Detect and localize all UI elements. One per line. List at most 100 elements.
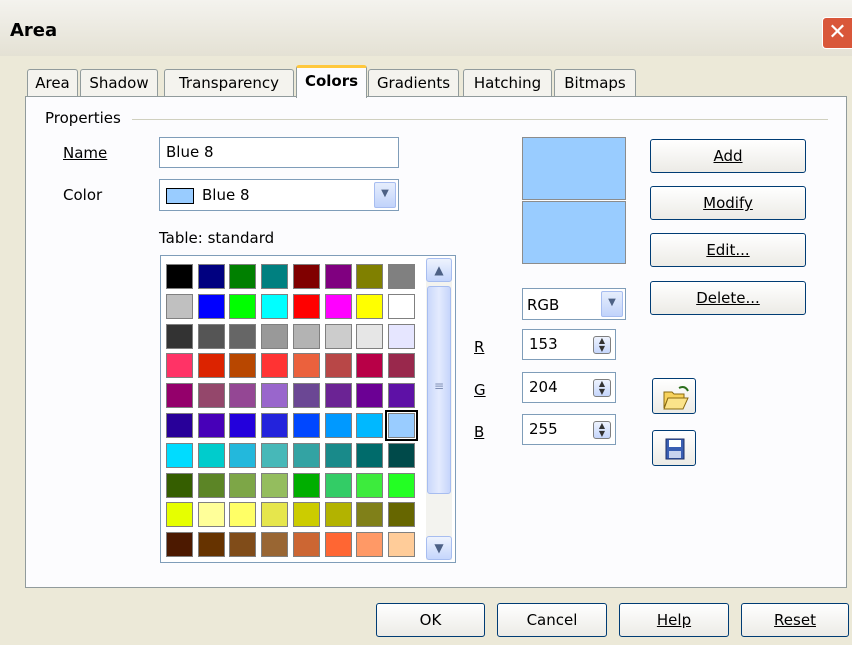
modify-button[interactable]: Modify <box>650 186 806 220</box>
color-swatch-cell[interactable] <box>356 413 384 438</box>
save-color-list-button[interactable] <box>652 430 696 466</box>
color-swatch-cell[interactable] <box>356 502 384 528</box>
load-color-list-button[interactable] <box>652 378 696 414</box>
tab-transparency[interactable]: Transparency <box>164 69 294 97</box>
color-swatch-cell[interactable] <box>292 413 320 438</box>
color-swatch-cell[interactable] <box>229 502 257 528</box>
color-swatch-cell[interactable] <box>324 442 352 468</box>
chevron-down-icon[interactable]: ▼ <box>601 291 623 317</box>
color-swatch-cell[interactable] <box>261 353 289 379</box>
color-swatch-cell[interactable] <box>261 472 289 498</box>
color-swatch-cell[interactable] <box>292 383 320 409</box>
color-swatch-cell[interactable] <box>387 353 415 379</box>
color-swatch-cell[interactable] <box>387 442 415 468</box>
color-swatch-cell[interactable] <box>356 532 384 558</box>
color-swatch-cell[interactable] <box>229 264 257 289</box>
color-model-select[interactable]: RGB ▼ <box>522 288 626 320</box>
color-swatch-cell[interactable] <box>166 532 193 558</box>
color-swatch-cell[interactable] <box>166 293 193 319</box>
color-swatch-cell[interactable] <box>166 413 193 438</box>
color-swatch-cell[interactable] <box>197 293 225 319</box>
color-swatch-cell[interactable] <box>356 383 384 409</box>
color-swatch-cell[interactable] <box>356 442 384 468</box>
color-swatch-cell[interactable] <box>197 323 225 349</box>
color-swatch-cell[interactable] <box>166 383 193 409</box>
tab-hatching[interactable]: Hatching <box>463 69 552 97</box>
r-spinbox[interactable]: 153 ▲ ▼ <box>522 329 616 360</box>
color-swatch-cell[interactable] <box>324 502 352 528</box>
close-button[interactable]: ✕ <box>822 17 852 49</box>
color-swatch-cell[interactable] <box>292 264 320 289</box>
color-swatch-cell[interactable] <box>292 442 320 468</box>
color-swatch-cell[interactable] <box>197 532 225 558</box>
color-swatch-cell[interactable] <box>166 323 193 349</box>
help-button[interactable]: Help <box>619 603 729 637</box>
color-swatch-cell[interactable] <box>197 413 225 438</box>
color-swatch-cell[interactable] <box>387 293 415 319</box>
color-swatch-cell[interactable] <box>324 532 352 558</box>
color-swatch-cell[interactable] <box>261 323 289 349</box>
reset-button[interactable]: Reset <box>741 603 849 637</box>
scroll-down-icon[interactable]: ▼ <box>426 536 452 560</box>
color-swatch-cell[interactable] <box>229 472 257 498</box>
color-swatch-cell[interactable] <box>384 410 418 441</box>
spin-arrows-icon[interactable]: ▲ ▼ <box>593 336 611 354</box>
color-swatch-cell[interactable] <box>292 293 320 319</box>
color-swatch-cell[interactable] <box>166 442 193 468</box>
color-swatch-cell[interactable] <box>261 383 289 409</box>
color-swatch-cell[interactable] <box>324 472 352 498</box>
color-swatch-cell[interactable] <box>387 383 415 409</box>
palette-scrollbar[interactable]: ▲ ≡ ▼ <box>426 258 452 560</box>
tab-gradients[interactable]: Gradients <box>368 69 459 97</box>
tab-shadow[interactable]: Shadow <box>80 69 158 97</box>
edit-button[interactable]: Edit... <box>650 233 806 267</box>
color-swatch-cell[interactable] <box>292 502 320 528</box>
color-swatch-cell[interactable] <box>229 383 257 409</box>
ok-button[interactable]: OK <box>376 603 485 637</box>
color-swatch-cell[interactable] <box>387 502 415 528</box>
color-swatch-cell[interactable] <box>261 293 289 319</box>
color-swatch-cell[interactable] <box>166 264 193 289</box>
b-spinbox[interactable]: 255 ▲ ▼ <box>522 414 616 445</box>
color-swatch-cell[interactable] <box>356 472 384 498</box>
spin-arrows-icon[interactable]: ▲ ▼ <box>593 421 611 439</box>
color-swatch-cell[interactable] <box>261 502 289 528</box>
color-swatch-cell[interactable] <box>261 532 289 558</box>
delete-button[interactable]: Delete... <box>650 281 806 315</box>
color-swatch-cell[interactable] <box>292 323 320 349</box>
color-swatch-cell[interactable] <box>324 264 352 289</box>
name-input[interactable]: Blue 8 <box>159 137 399 168</box>
tab-bitmaps[interactable]: Bitmaps <box>554 69 636 97</box>
tab-area[interactable]: Area <box>27 69 78 97</box>
color-swatch-cell[interactable] <box>229 413 257 438</box>
color-swatch-cell[interactable] <box>229 532 257 558</box>
color-swatch-cell[interactable] <box>387 472 415 498</box>
scrollbar-thumb[interactable]: ≡ <box>427 286 451 494</box>
color-swatch-cell[interactable] <box>324 293 352 319</box>
color-swatch-cell[interactable] <box>166 502 193 528</box>
color-swatch-cell[interactable] <box>292 472 320 498</box>
color-swatch-cell[interactable] <box>324 383 352 409</box>
color-swatch-cell[interactable] <box>356 353 384 379</box>
chevron-down-icon[interactable]: ▼ <box>374 182 396 208</box>
tab-colors[interactable]: Colors <box>296 65 367 98</box>
color-swatch-cell[interactable] <box>324 413 352 438</box>
color-swatch-cell[interactable] <box>197 264 225 289</box>
color-swatch-cell[interactable] <box>197 442 225 468</box>
color-swatch-cell[interactable] <box>261 413 289 438</box>
color-swatch-cell[interactable] <box>261 264 289 289</box>
color-palette-grid[interactable] <box>160 255 456 563</box>
spin-arrows-icon[interactable]: ▲ ▼ <box>593 379 611 397</box>
color-swatch-cell[interactable] <box>387 264 415 289</box>
color-swatch-cell[interactable] <box>229 353 257 379</box>
color-swatch-cell[interactable] <box>229 442 257 468</box>
scroll-up-icon[interactable]: ▲ <box>426 258 452 282</box>
g-spinbox[interactable]: 204 ▲ ▼ <box>522 372 616 403</box>
color-swatch-cell[interactable] <box>387 532 415 558</box>
color-swatch-cell[interactable] <box>197 353 225 379</box>
color-swatch-cell[interactable] <box>166 472 193 498</box>
color-swatch-cell[interactable] <box>356 293 384 319</box>
color-swatch-cell[interactable] <box>229 293 257 319</box>
color-swatch-cell[interactable] <box>324 353 352 379</box>
color-swatch-cell[interactable] <box>356 264 384 289</box>
